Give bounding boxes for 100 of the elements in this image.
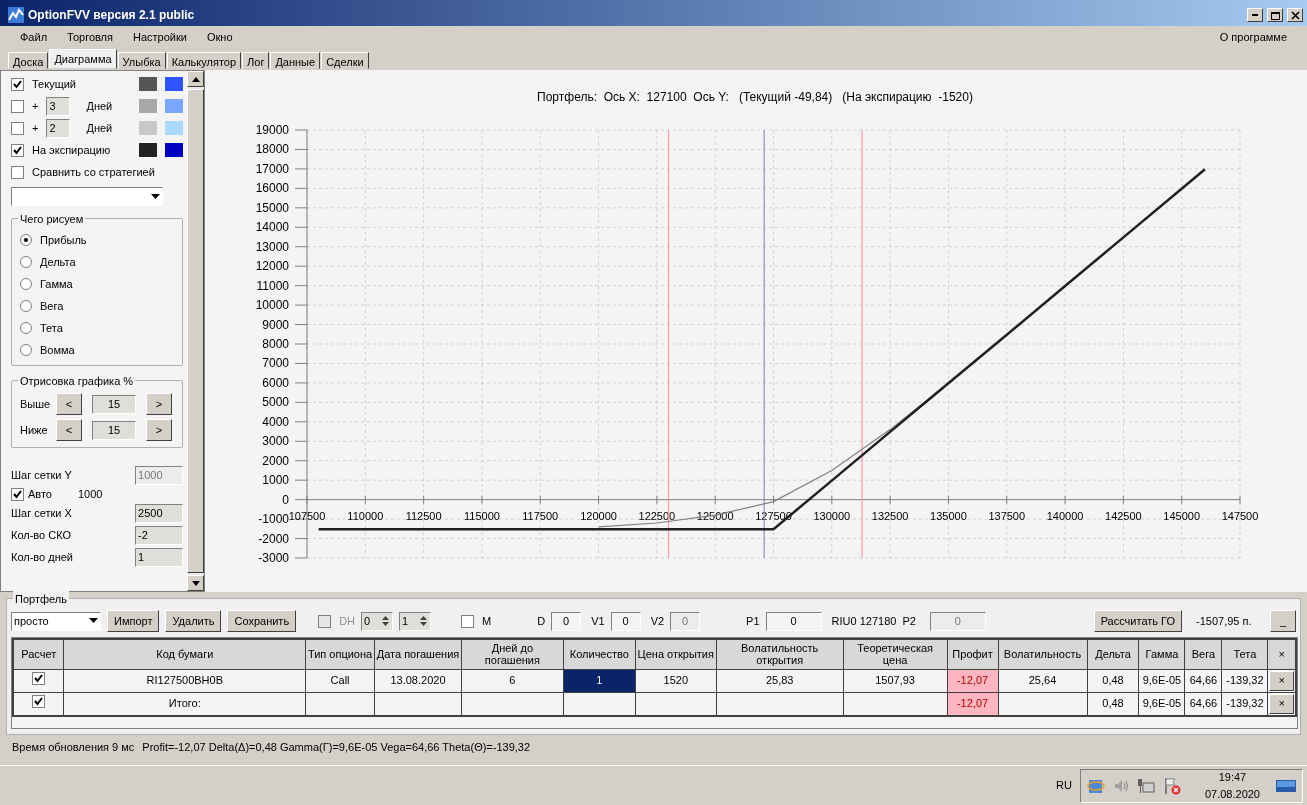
checkbox[interactable] [11,165,24,179]
checkbox[interactable] [11,77,24,91]
checkbox[interactable] [11,99,24,113]
network-icon[interactable] [1136,777,1155,794]
tab[interactable]: Диаграмма [49,49,117,69]
column-header[interactable]: Количество [563,639,636,669]
checkbox[interactable] [11,121,24,135]
column-header[interactable]: Дней до погашения [461,639,564,669]
table-cell: 25,83 [716,669,844,692]
column-header[interactable]: Гамма [1138,639,1185,669]
y-tick-label: 13000 [255,239,289,254]
input-field[interactable]: 2500 [135,503,184,523]
column-header[interactable]: Дельта [1087,639,1139,669]
spin-arrows-icon[interactable] [381,615,391,627]
y-tick-label: 6000 [262,375,289,390]
column-header[interactable]: Профит [947,639,999,669]
input-field[interactable]: 3 [46,96,71,116]
dropdown[interactable] [11,187,163,206]
menu-item[interactable]: Файл [10,28,58,46]
spinner-field[interactable]: 0 [361,611,394,631]
toolbar-button[interactable]: Импорт [107,610,160,632]
increase-button[interactable]: > [146,393,172,415]
tab[interactable]: Сделки [321,52,369,69]
increase-button[interactable]: > [146,419,172,441]
scrollbar[interactable] [187,71,204,591]
close-button[interactable] [1287,8,1303,22]
menu-item[interactable]: Окно [196,28,243,46]
maximize-button[interactable] [1267,8,1283,22]
input-field[interactable]: 2 [46,118,71,138]
spin-arrows-icon[interactable] [419,615,429,627]
radio-button[interactable] [20,344,32,356]
color-swatch[interactable] [139,121,158,135]
minimize-button[interactable]: _ [1270,610,1296,632]
menu-item[interactable]: Торговля [57,28,123,46]
checkbox[interactable] [11,143,24,157]
radio-button[interactable] [20,300,32,312]
color-swatch[interactable] [139,99,158,113]
decrease-button[interactable]: < [56,393,82,415]
input-field[interactable]: 1 [135,547,184,567]
column-header[interactable]: Теоретическая цена [843,639,948,669]
column-header[interactable]: × [1267,639,1296,669]
checkbox[interactable] [32,694,46,708]
caret-icon [151,193,160,200]
color-swatch[interactable] [165,77,184,91]
column-header[interactable]: Вега [1184,639,1222,669]
input-field[interactable]: 15 [92,394,136,414]
column-header[interactable]: Цена открытия [635,639,717,669]
column-header[interactable]: Волатильность открытия [716,639,844,669]
column-header[interactable]: Тета [1221,639,1268,669]
checkbox[interactable] [461,614,475,628]
radio-button[interactable] [20,256,32,268]
dropdown[interactable]: просто [11,611,101,631]
color-swatch[interactable] [165,99,184,113]
calculate-button[interactable]: Рассчитать ГО [1093,610,1182,632]
tab[interactable]: Доска [8,52,49,69]
up-arrow-icon[interactable] [191,76,200,82]
menu-item[interactable]: О программе [1209,28,1297,46]
desktop-icon[interactable] [1276,777,1296,794]
clock-date[interactable]: 07.08.2020 [1204,785,1260,802]
input-field[interactable]: 0 [551,611,582,631]
menu-item[interactable]: Настройки [123,28,197,46]
color-swatch[interactable] [139,77,158,91]
input-field[interactable]: -2 [135,525,184,545]
column-header[interactable]: Волатильность [998,639,1087,669]
y-tick-label: 3000 [262,434,289,449]
checkbox[interactable] [32,671,46,685]
remove-button[interactable]: × [1269,693,1294,714]
remove-button[interactable]: × [1269,670,1294,691]
radio-button[interactable] [20,322,32,334]
color-swatch[interactable] [165,143,184,157]
down-arrow-icon[interactable] [191,580,200,586]
clock-time[interactable]: 19:47 [1204,769,1260,786]
toolbar-button[interactable]: Удалить [165,610,222,632]
close-icon [1288,9,1302,21]
label: Текущий [32,76,76,92]
checkbox[interactable] [11,487,24,501]
spinner-field[interactable]: 1 [399,611,432,631]
tab[interactable]: Улыбка [117,52,166,69]
radio-button[interactable] [20,234,32,246]
input-field[interactable]: 15 [92,420,136,440]
input-field[interactable]: 0 [765,611,822,631]
column-header[interactable]: Расчет [13,639,64,669]
column-header[interactable]: Тип опциона [305,639,375,669]
x-tick-label: 117500 [522,509,559,522]
toolbar-button[interactable]: Сохранить [227,610,297,632]
column-header[interactable]: Код бумаги [63,639,306,669]
decrease-button[interactable]: < [56,419,82,441]
label: Дней [86,120,113,136]
tab[interactable]: Лог [242,52,270,69]
language-indicator[interactable]: RU [1056,777,1072,794]
tab[interactable]: Данные [270,52,321,69]
column-header[interactable]: Дата погашения [374,639,462,669]
color-swatch[interactable] [139,143,158,157]
color-swatch[interactable] [165,121,184,135]
input-field[interactable]: 0 [610,611,641,631]
tab[interactable]: Калькулятор [166,52,242,69]
radio-button[interactable] [20,278,32,290]
flag-icon[interactable] [1162,776,1181,795]
minimize-button[interactable] [1247,8,1263,22]
label: Выше [20,396,52,412]
